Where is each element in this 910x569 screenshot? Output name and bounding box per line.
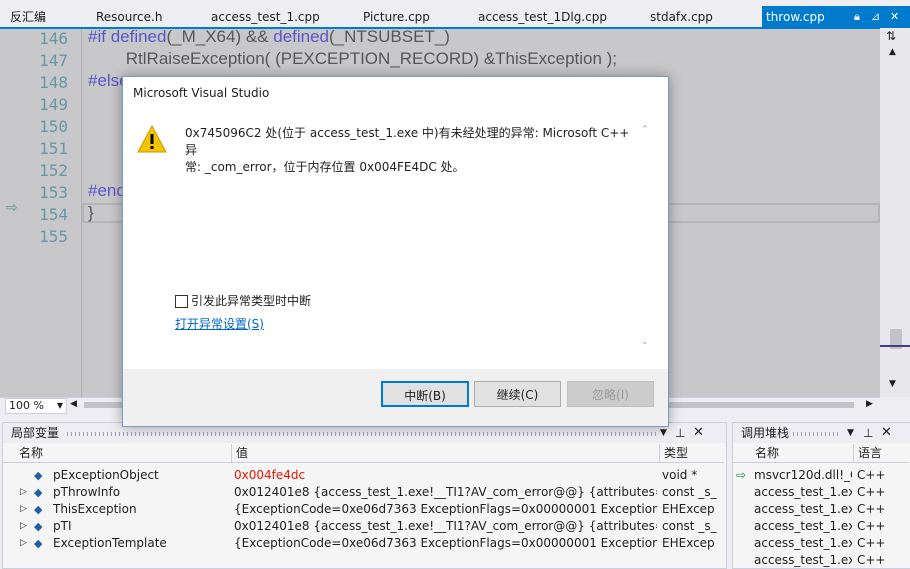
dialog-message-area: 0x745096C2 处(位于 access_test_1.exe 中)有未经处… xyxy=(123,109,668,369)
stack-frame-language: C++ xyxy=(857,536,886,550)
chevron-down-icon[interactable]: ⌄ xyxy=(641,337,649,347)
variable-icon: ◆ xyxy=(34,486,43,499)
close-icon[interactable]: ✕ xyxy=(881,423,892,443)
column-header-name[interactable]: 名称 xyxy=(733,444,853,463)
stack-frame-name[interactable]: msvcr120d.dll!_Cx xyxy=(754,467,852,484)
variable-icon: ◆ xyxy=(34,469,43,482)
stack-frame-language: C++ xyxy=(857,502,886,516)
split-icon[interactable]: ⇅ xyxy=(886,29,896,43)
tab-disassembly[interactable]: 反汇编 xyxy=(10,0,46,28)
stack-frame-language: C++ xyxy=(857,485,886,499)
editor-vertical-scrollbar[interactable]: ⇅ ▲ ▼ xyxy=(880,29,910,397)
stack-frame-name[interactable]: access_test_1.exe!F xyxy=(754,518,852,535)
tab-access-test-cpp[interactable]: access_test_1.cpp xyxy=(211,0,320,28)
scroll-up-icon[interactable]: ▲ xyxy=(889,47,896,57)
locals-panel-title: 局部变量 xyxy=(11,426,60,440)
lock-icon: 🔒︎ xyxy=(854,10,860,23)
expand-arrow-icon[interactable]: ▷ xyxy=(20,484,27,501)
column-header-type[interactable]: 类型 xyxy=(659,444,724,463)
stack-frame-name[interactable]: access_test_1.exe!C xyxy=(754,535,852,552)
tab-resource-h[interactable]: Resource.h xyxy=(96,0,162,28)
local-type: const _s_ xyxy=(662,485,717,499)
pin-icon[interactable]: ⊿ xyxy=(871,6,880,28)
close-icon[interactable]: ✕ xyxy=(693,423,704,443)
local-name: pTI xyxy=(53,519,72,533)
scroll-left-icon[interactable]: ◀ xyxy=(70,399,77,409)
stack-frame-language: C++ xyxy=(857,468,886,482)
local-type: void * xyxy=(662,468,698,482)
callstack-panel-title: 调用堆栈 xyxy=(741,426,790,440)
column-header-value[interactable]: 值 xyxy=(231,444,659,463)
variable-icon: ◆ xyxy=(34,537,43,550)
exception-message-line-2: 常: _com_error，位于内存位置 0x004FE4DC 处。 xyxy=(185,160,465,174)
continue-button[interactable]: 继续(C) xyxy=(474,381,561,407)
close-icon[interactable]: ✕ xyxy=(890,6,899,28)
local-name: pThrowInfo xyxy=(53,485,121,499)
locals-panel: 局部变量 ▼ ⊥ ✕ 名称 值 类型 ◆ pExceptionObject 0x00… xyxy=(2,422,727,569)
local-name: ExceptionTemplate xyxy=(53,536,167,550)
variable-icon: ◆ xyxy=(34,520,43,533)
scroll-position-marker xyxy=(880,345,910,347)
tab-throw-cpp-label: throw.cpp xyxy=(766,10,825,24)
stack-frame-name[interactable]: access_test_1.exe!_ xyxy=(754,501,852,518)
local-value[interactable]: 0x012401e8 {access_test_1.exe!__TI1?AV_c… xyxy=(234,484,657,501)
exception-message: 0x745096C2 处(位于 access_test_1.exe 中)有未经处… xyxy=(185,125,637,176)
stack-frame-language: C++ xyxy=(857,553,886,567)
break-button[interactable]: 中断(B) xyxy=(381,381,469,407)
ignore-button: 忽略(I) xyxy=(567,381,654,407)
variable-icon: ◆ xyxy=(34,503,43,516)
tab-throw-cpp[interactable]: throw.cpp 🔒︎ ⊿ ✕ xyxy=(762,6,910,28)
local-type: EHExcep xyxy=(662,536,715,550)
chevron-down-icon: ▼ xyxy=(56,401,63,410)
dialog-title-bar[interactable]: Microsoft Visual Studio xyxy=(123,77,668,109)
panel-grip[interactable] xyxy=(793,432,841,436)
local-name: pExceptionObject xyxy=(53,468,159,482)
zoom-select[interactable]: 100 % ▼ xyxy=(5,398,67,414)
break-on-exception-checkbox[interactable] xyxy=(175,295,188,308)
stack-frame-language: C++ xyxy=(857,519,886,533)
dialog-title: Microsoft Visual Studio xyxy=(133,86,270,100)
pin-icon[interactable]: ⊥ xyxy=(675,423,685,443)
stack-frame-name[interactable]: access_test_1.exe!_ xyxy=(754,484,852,501)
local-type: const _s_ xyxy=(662,519,717,533)
exception-message-line-1: 0x745096C2 处(位于 access_test_1.exe 中)有未经处… xyxy=(185,126,630,157)
local-value[interactable]: {ExceptionCode=0xe06d7363 ExceptionFlags… xyxy=(234,535,657,552)
local-name: ThisException xyxy=(53,502,137,516)
open-exception-settings-link[interactable]: 打开异常设置(S) xyxy=(175,315,264,332)
local-value[interactable]: 0x012401e8 {access_test_1.exe!__TI1?AV_c… xyxy=(234,518,657,535)
dropdown-icon[interactable]: ▼ xyxy=(847,423,854,443)
callstack-panel: 调用堆栈 ▼ ⊥ ✕ 名称 语言 ⇨ msvcr120d.dll!_Cx C++ ac… xyxy=(732,422,910,569)
document-tab-bar: 反汇编 Resource.h access_test_1.cpp Picture… xyxy=(0,0,910,28)
scroll-right-icon[interactable]: ▶ xyxy=(866,399,873,409)
stack-frame-name[interactable]: access_test_1.exe!C xyxy=(754,552,852,569)
chevron-up-icon[interactable]: ⌃ xyxy=(641,125,649,135)
column-header-name[interactable]: 名称 xyxy=(3,444,231,463)
current-frame-arrow-icon: ⇨ xyxy=(736,468,747,482)
tab-access-test-dlg-cpp[interactable]: access_test_1Dlg.cpp xyxy=(478,0,607,28)
local-type: EHExcep xyxy=(662,502,715,516)
break-on-exception-label: 引发此异常类型时中断 xyxy=(191,294,312,308)
expand-arrow-icon[interactable]: ▷ xyxy=(20,518,27,535)
tab-stdafx-cpp[interactable]: stdafx.cpp xyxy=(650,0,713,28)
zoom-value: 100 % xyxy=(9,399,44,412)
exception-dialog: Microsoft Visual Studio 0x745096C2 处(位于 … xyxy=(122,76,669,427)
local-value[interactable]: {ExceptionCode=0xe06d7363 ExceptionFlags… xyxy=(234,501,657,518)
column-header-language[interactable]: 语言 xyxy=(853,444,909,463)
warning-icon xyxy=(137,125,167,153)
pin-icon[interactable]: ⊥ xyxy=(863,423,873,443)
panel-grip[interactable] xyxy=(67,432,657,436)
tab-picture-cpp[interactable]: Picture.cpp xyxy=(363,0,430,28)
expand-arrow-icon[interactable]: ▷ xyxy=(20,535,27,552)
local-value[interactable]: 0x004fe4dc xyxy=(234,467,657,484)
expand-arrow-icon[interactable]: ▷ xyxy=(20,501,27,518)
scroll-down-icon[interactable]: ▼ xyxy=(889,379,896,389)
